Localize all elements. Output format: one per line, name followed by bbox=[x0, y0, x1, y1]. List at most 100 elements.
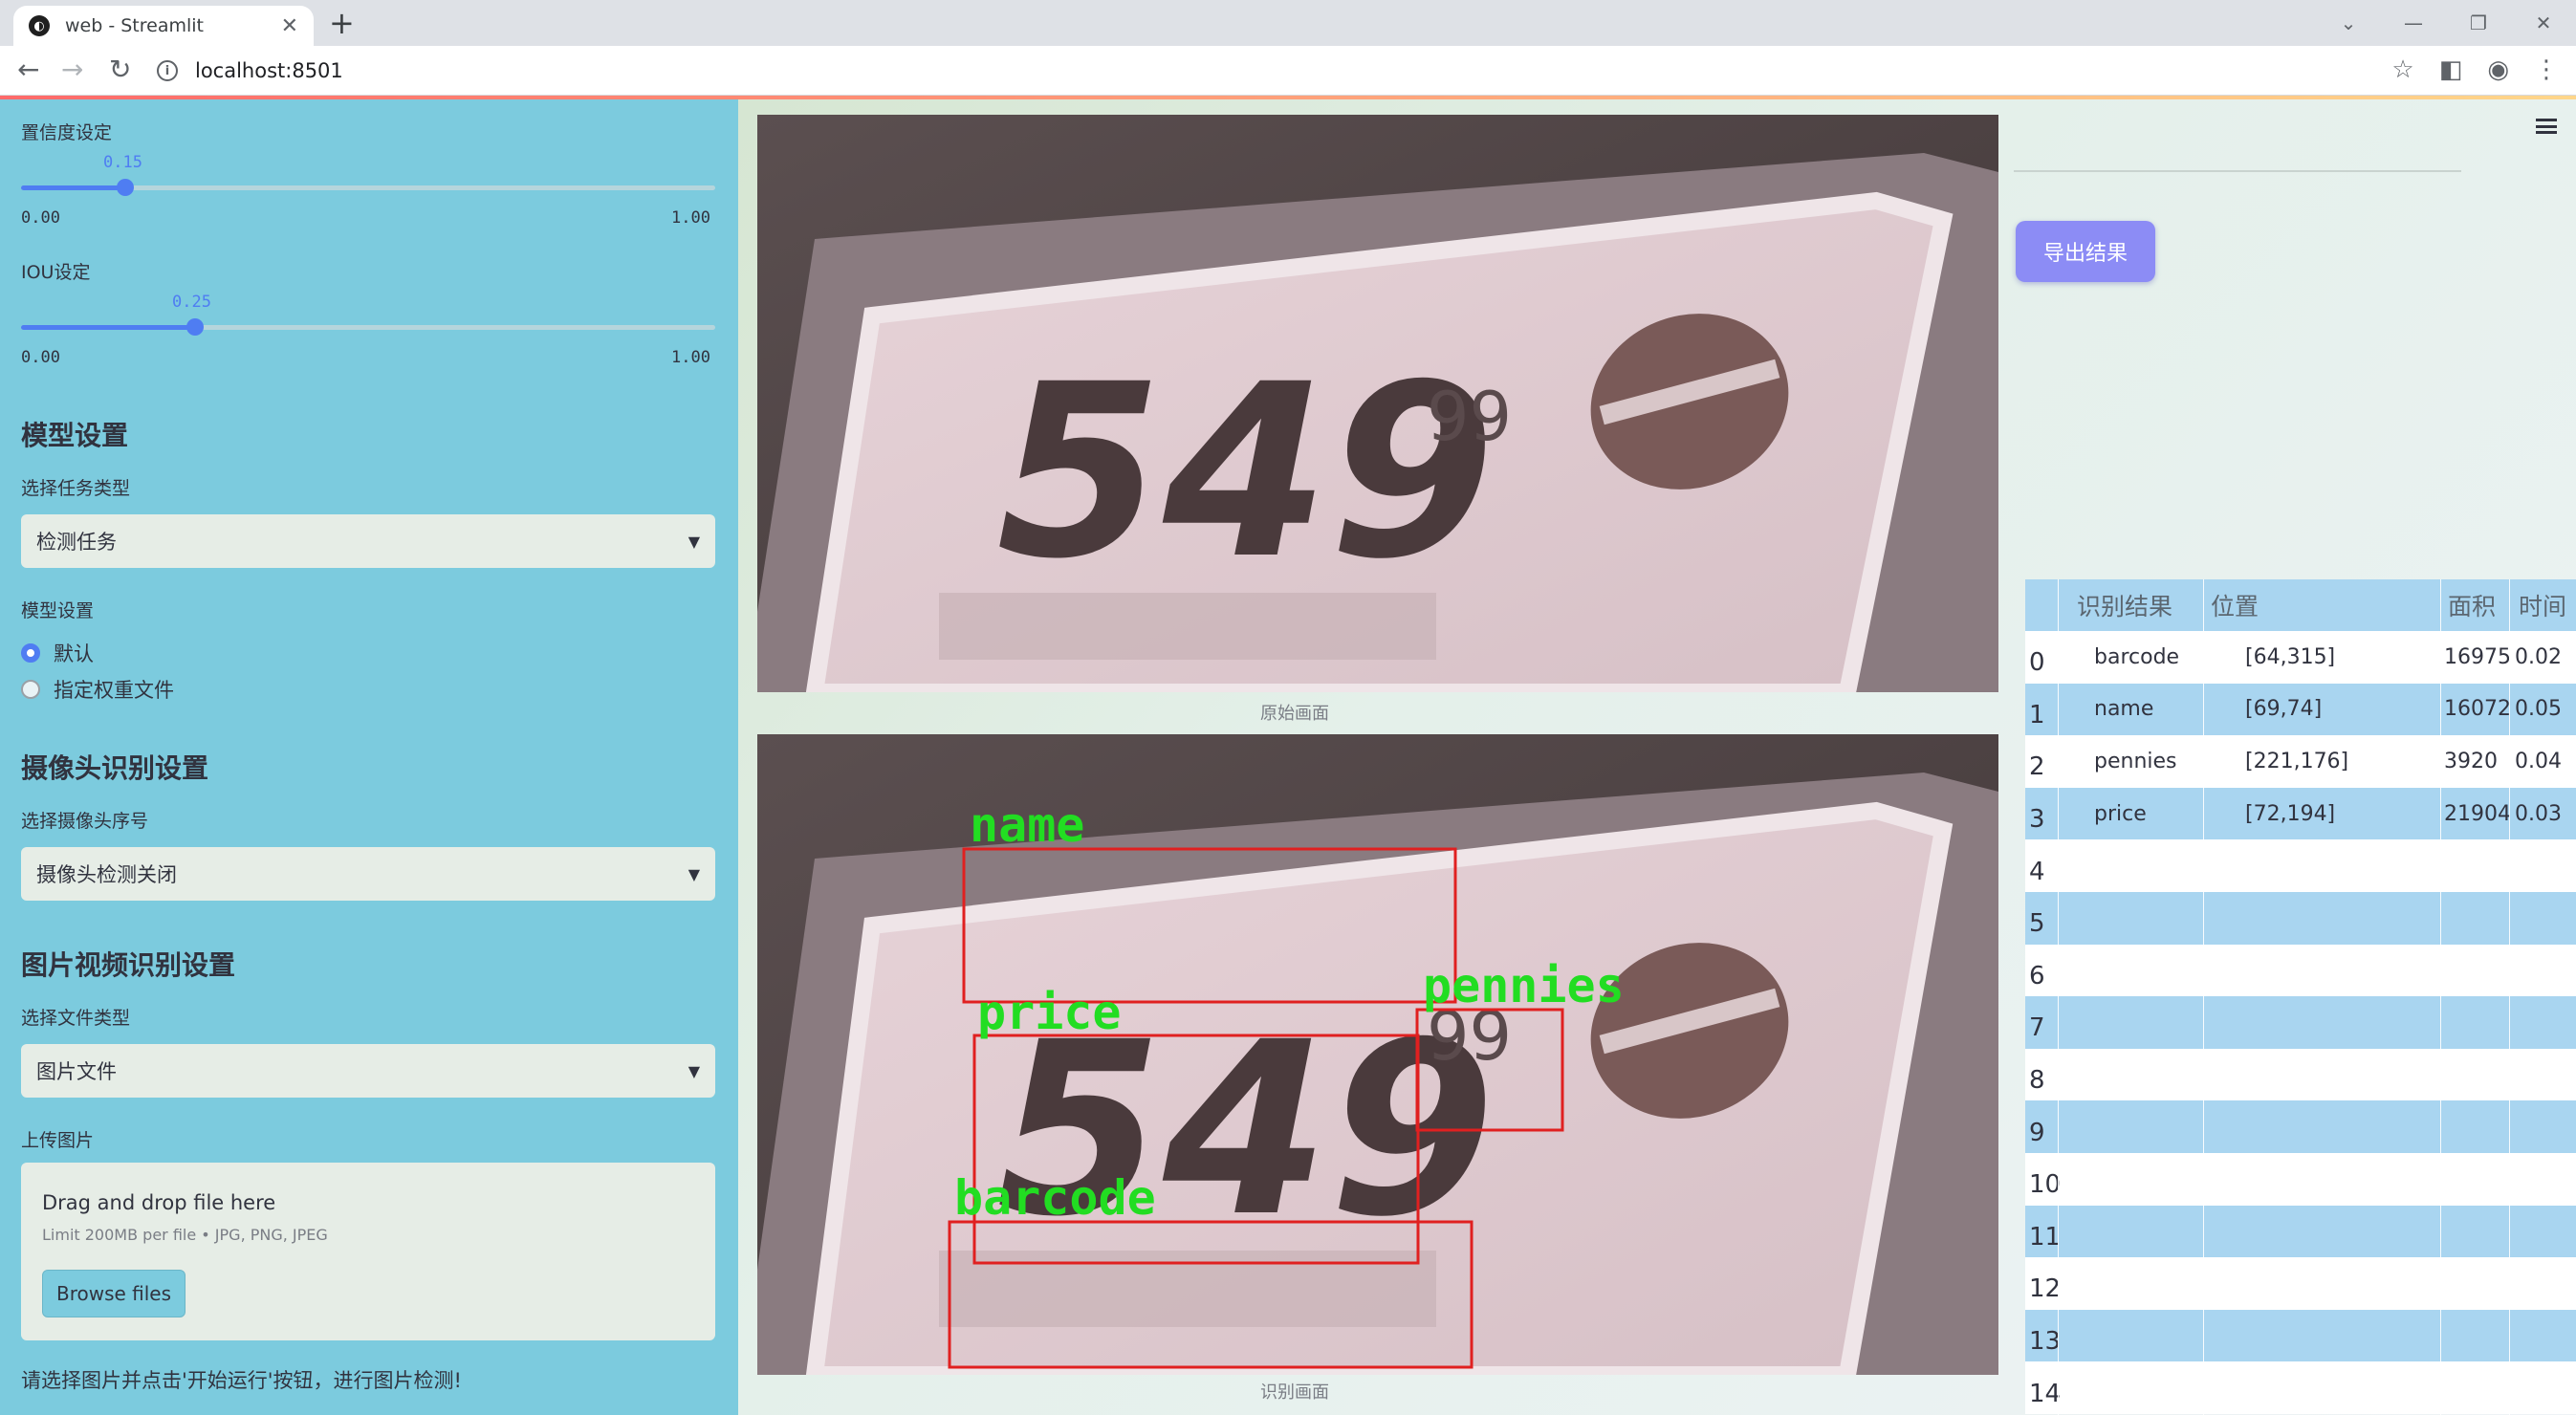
browse-files-button[interactable]: Browse files bbox=[42, 1270, 186, 1317]
site-info-icon[interactable]: i bbox=[157, 60, 178, 81]
model-settings-heading: 模型设置 bbox=[21, 420, 129, 451]
header-position[interactable]: 位置 bbox=[2211, 579, 2259, 631]
iou-label: IOU设定 bbox=[21, 262, 91, 283]
media-settings-heading: 图片视频识别设置 bbox=[21, 949, 236, 981]
table-row[interactable]: 3 price [72,194] 21904 0.03 bbox=[2025, 787, 2576, 840]
chevron-down-icon: ▼ bbox=[688, 1061, 700, 1080]
table-row[interactable]: 9 bbox=[2025, 1100, 2576, 1153]
confidence-slider-fill bbox=[21, 185, 125, 190]
restore-icon[interactable]: ❐ bbox=[2446, 11, 2511, 34]
table-cell-pos: [72,194] bbox=[2245, 801, 2336, 826]
minimize-icon[interactable]: — bbox=[2381, 11, 2446, 34]
table-row[interactable]: 1 name [69,74] 16072 0.05 bbox=[2025, 683, 2576, 736]
tab-title: web - Streamlit bbox=[65, 15, 204, 36]
table-row[interactable]: 12 bbox=[2025, 1257, 2576, 1310]
confidence-value: 0.15 bbox=[103, 153, 142, 172]
table-row[interactable]: 6 bbox=[2025, 944, 2576, 997]
header-area[interactable]: 面积 bbox=[2448, 579, 2496, 631]
chevron-down-icon: ▼ bbox=[688, 532, 700, 551]
table-cell-index: 6 bbox=[2029, 961, 2045, 990]
table-cell-pos: [221,176] bbox=[2245, 749, 2349, 773]
radio-default[interactable]: 默认 bbox=[21, 639, 94, 667]
radio-custom-weights-indicator[interactable] bbox=[21, 680, 40, 699]
table-row[interactable]: 5 bbox=[2025, 892, 2576, 945]
chevron-down-icon: ▼ bbox=[688, 864, 700, 883]
table-row[interactable]: 14 bbox=[2025, 1361, 2576, 1414]
table-row[interactable]: 0 barcode [64,315] 16975 0.02 bbox=[2025, 631, 2576, 684]
forward-icon[interactable]: → bbox=[61, 55, 83, 84]
header-result[interactable]: 识别结果 bbox=[2077, 579, 2172, 631]
dropzone-title: Drag and drop file here bbox=[42, 1191, 276, 1214]
profile-icon[interactable]: ◉ bbox=[2487, 55, 2509, 84]
table-cell-pos: [64,315] bbox=[2245, 644, 2336, 669]
camera-index-select[interactable]: 摄像头检测关闭 ▼ bbox=[21, 847, 715, 901]
detection-label-pennies: pennies bbox=[1423, 958, 1625, 1013]
file-dropzone[interactable]: Drag and drop file here Limit 200MB per … bbox=[21, 1163, 715, 1340]
table-cell-time: 0.04 bbox=[2515, 749, 2562, 773]
table-cell-index: 0 bbox=[2029, 648, 2045, 678]
address-bar: ← → ↻ i localhost:8501 ☆ ◧ ◉ ⋮ bbox=[0, 46, 2576, 96]
confidence-max: 1.00 bbox=[671, 208, 710, 228]
task-type-value: 检测任务 bbox=[36, 531, 117, 554]
table-row[interactable]: 13 bbox=[2025, 1309, 2576, 1362]
iou-slider[interactable] bbox=[21, 318, 715, 336]
table-cell-time: 0.03 bbox=[2515, 801, 2562, 826]
iou-value: 0.25 bbox=[172, 293, 211, 312]
table-cell-pos: [69,74] bbox=[2245, 697, 2323, 722]
browser-menu-icon[interactable]: ⋮ bbox=[2534, 55, 2559, 84]
file-type-value: 图片文件 bbox=[36, 1060, 117, 1083]
hamburger-menu-icon[interactable] bbox=[2536, 119, 2557, 134]
export-results-button[interactable]: 导出结果 bbox=[2016, 221, 2155, 282]
divider bbox=[2014, 170, 2461, 172]
task-type-select[interactable]: 检测任务 ▼ bbox=[21, 514, 715, 568]
detection-label-price: price bbox=[977, 985, 1122, 1040]
bookmark-star-icon[interactable]: ☆ bbox=[2391, 55, 2413, 84]
iou-max: 1.00 bbox=[671, 348, 710, 367]
streamlit-favicon-icon: ◐ bbox=[29, 15, 50, 36]
side-panel-icon[interactable]: ◧ bbox=[2439, 55, 2463, 84]
table-cell-index: 8 bbox=[2029, 1066, 2045, 1096]
table-cell-label: barcode bbox=[2094, 644, 2180, 669]
close-tab-icon[interactable]: ✕ bbox=[281, 14, 298, 38]
iou-slider-thumb[interactable] bbox=[186, 318, 204, 336]
tab-search-icon[interactable]: ⌄ bbox=[2316, 11, 2381, 34]
svg-text:549: 549 bbox=[996, 333, 1495, 611]
column-divider bbox=[2203, 579, 2204, 1415]
radio-custom-weights[interactable]: 指定权重文件 bbox=[21, 675, 174, 704]
result-image: 549 99 name price pennies barcode bbox=[757, 734, 1998, 1375]
table-row[interactable]: 2 pennies [221,176] 3920 0.04 bbox=[2025, 735, 2576, 788]
table-cell-time: 0.02 bbox=[2515, 644, 2562, 669]
url-field[interactable]: i localhost:8501 bbox=[157, 53, 2404, 89]
table-cell-index: 14 bbox=[2029, 1379, 2062, 1408]
table-row[interactable]: 7 bbox=[2025, 996, 2576, 1049]
original-image: 549 99 bbox=[757, 115, 1998, 692]
confidence-slider-thumb[interactable] bbox=[116, 179, 134, 196]
header-time[interactable]: 时间 bbox=[2519, 579, 2566, 631]
radio-default-indicator[interactable] bbox=[21, 643, 40, 663]
table-row[interactable]: 8 bbox=[2025, 1048, 2576, 1101]
result-price-tag-photo: 549 99 name price pennies barcode bbox=[757, 734, 1998, 1375]
table-cell-label: name bbox=[2094, 697, 2154, 722]
confidence-label: 置信度设定 bbox=[21, 122, 113, 143]
camera-settings-heading: 摄像头识别设置 bbox=[21, 752, 209, 784]
browser-tab[interactable]: ◐ web - Streamlit ✕ bbox=[13, 6, 314, 46]
reload-icon[interactable]: ↻ bbox=[109, 55, 131, 84]
file-type-select[interactable]: 图片文件 ▼ bbox=[21, 1044, 715, 1098]
result-image-caption: 识别画面 bbox=[1260, 1382, 1329, 1403]
table-cell-index: 12 bbox=[2029, 1274, 2062, 1304]
sidebar: 置信度设定 0.15 0.00 1.00 IOU设定 0.25 0.00 1.0… bbox=[0, 99, 738, 1415]
table-row[interactable]: 10 bbox=[2025, 1153, 2576, 1206]
column-divider bbox=[2058, 579, 2059, 1415]
table-cell-index: 7 bbox=[2029, 1013, 2045, 1043]
new-tab-icon[interactable]: + bbox=[329, 6, 355, 40]
confidence-slider[interactable] bbox=[21, 179, 715, 196]
table-row[interactable]: 11 bbox=[2025, 1205, 2576, 1258]
window-close-icon[interactable]: ✕ bbox=[2511, 11, 2576, 34]
svg-text:99: 99 bbox=[1427, 378, 1512, 456]
table-cell-area: 3920 bbox=[2444, 749, 2498, 773]
table-row[interactable]: 4 bbox=[2025, 839, 2576, 892]
results-table[interactable]: 识别结果 位置 面积 时间 0 barcode [64,315] 16975 0.02 1… bbox=[2025, 579, 2576, 1415]
confidence-min: 0.00 bbox=[21, 208, 60, 228]
back-icon[interactable]: ← bbox=[17, 55, 39, 84]
table-cell-index: 13 bbox=[2029, 1327, 2062, 1357]
